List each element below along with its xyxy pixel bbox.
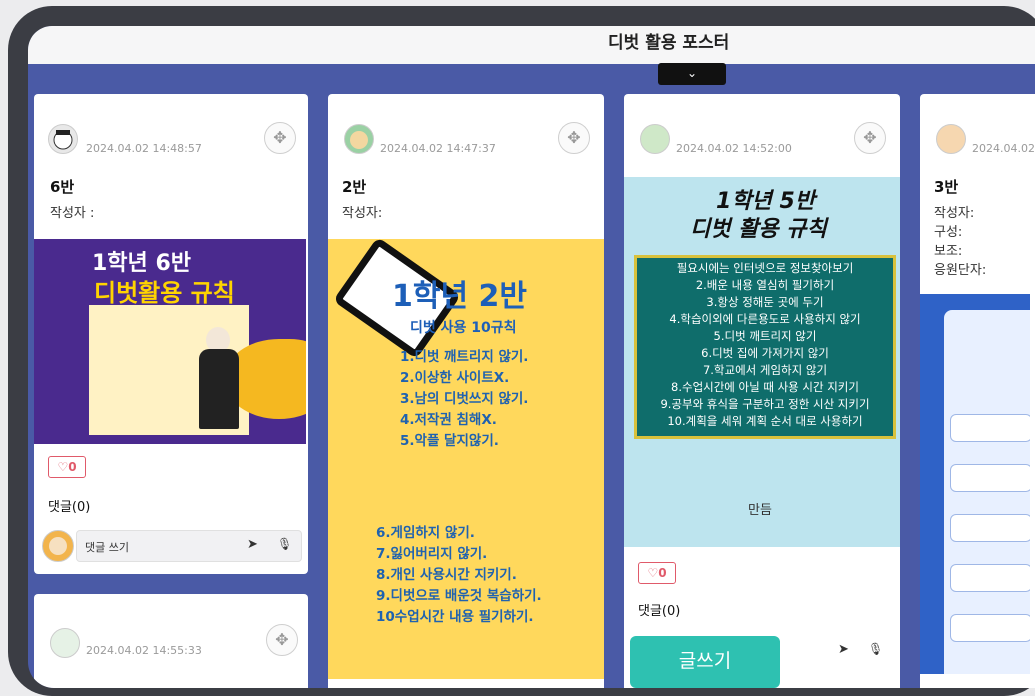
move-handle-icon[interactable]: ✥ bbox=[854, 122, 886, 154]
poster-image bbox=[920, 294, 1030, 674]
avatar bbox=[640, 124, 670, 154]
collapse-button[interactable]: ⌄ bbox=[658, 63, 726, 85]
post-title: 2반 bbox=[342, 178, 367, 196]
post-card[interactable]: 2024.04.02 14:55:33 ✥ bbox=[34, 594, 308, 688]
comment-input[interactable]: 댓글 쓰기 ➤ 🎙 bbox=[76, 530, 302, 562]
post-timestamp: 2024.04.02 14:47:37 bbox=[380, 142, 496, 155]
poster-image: 1학년 5반 디벗 활용 규칙 필요시에는 인터넷으로 정보찾아보기 2.배운 … bbox=[624, 177, 900, 547]
board-screen: 디벗 활용 포스터 ⌄ 2024.04.02 14:48:57 ✥ 6반 작성자… bbox=[28, 26, 1035, 688]
post-meta: 작성자: bbox=[342, 206, 383, 221]
comment-count: 댓글(0) bbox=[48, 500, 91, 515]
avatar bbox=[936, 124, 966, 154]
post-card[interactable]: 2024.04.02 14:47:37 ✥ 2반 작성자: 1학년 2반 디벗 … bbox=[328, 94, 604, 688]
heart-icon: ♡ bbox=[647, 566, 659, 580]
send-icon[interactable]: ➤ bbox=[838, 642, 849, 657]
move-handle-icon[interactable]: ✥ bbox=[264, 122, 296, 154]
post-card[interactable]: 2024.04.02 14: 3반 작성자: 구성: 보조: 응원단자: bbox=[920, 94, 1035, 688]
heart-icon: ♡ bbox=[57, 460, 69, 474]
post-title: 3반 bbox=[934, 178, 959, 196]
avatar bbox=[344, 124, 374, 154]
post-timestamp: 2024.04.02 14: bbox=[972, 142, 1035, 155]
post-timestamp: 2024.04.02 14:52:00 bbox=[676, 142, 792, 155]
device-frame: 디벗 활용 포스터 ⌄ 2024.04.02 14:48:57 ✥ 6반 작성자… bbox=[8, 6, 1035, 696]
post-meta: 작성자 : bbox=[50, 206, 95, 221]
top-bar: 디벗 활용 포스터 bbox=[28, 26, 1035, 64]
send-icon[interactable]: ➤ bbox=[247, 537, 258, 552]
post-card[interactable]: 2024.04.02 14:52:00 ✥ 1학년 5반 디벗 활용 규칙 필요… bbox=[624, 94, 900, 688]
comment-count: 댓글(0) bbox=[638, 604, 681, 619]
poster-image: 1학년 2반 디벗 사용 10규칙 1.디벗 깨트리지 않기. 2.이상한 사이… bbox=[328, 239, 604, 679]
avatar bbox=[48, 124, 78, 154]
avatar bbox=[50, 628, 80, 658]
move-handle-icon[interactable]: ✥ bbox=[558, 122, 590, 154]
write-button[interactable]: 글쓰기 bbox=[630, 636, 780, 688]
post-timestamp: 2024.04.02 14:48:57 bbox=[86, 142, 202, 155]
mic-icon[interactable]: 🎙 bbox=[277, 537, 292, 551]
move-handle-icon[interactable]: ✥ bbox=[266, 624, 298, 656]
page-title: 디벗 활용 포스터 bbox=[608, 33, 730, 53]
post-timestamp: 2024.04.02 14:55:33 bbox=[86, 644, 202, 657]
like-button[interactable]: ♡0 bbox=[48, 456, 86, 478]
post-meta: 작성자: 구성: 보조: 응원단자: bbox=[934, 206, 987, 278]
commenter-avatar bbox=[42, 530, 74, 562]
post-title: 6반 bbox=[50, 178, 75, 196]
mic-icon[interactable]: 🎙 bbox=[868, 642, 883, 656]
chevron-down-icon: ⌄ bbox=[686, 66, 698, 80]
like-button[interactable]: ♡0 bbox=[638, 562, 676, 584]
poster-image: 1학년 6반 디벗활용 규칙 bbox=[34, 239, 306, 444]
post-card[interactable]: 2024.04.02 14:48:57 ✥ 6반 작성자 : 1학년 6반 디벗… bbox=[34, 94, 308, 574]
